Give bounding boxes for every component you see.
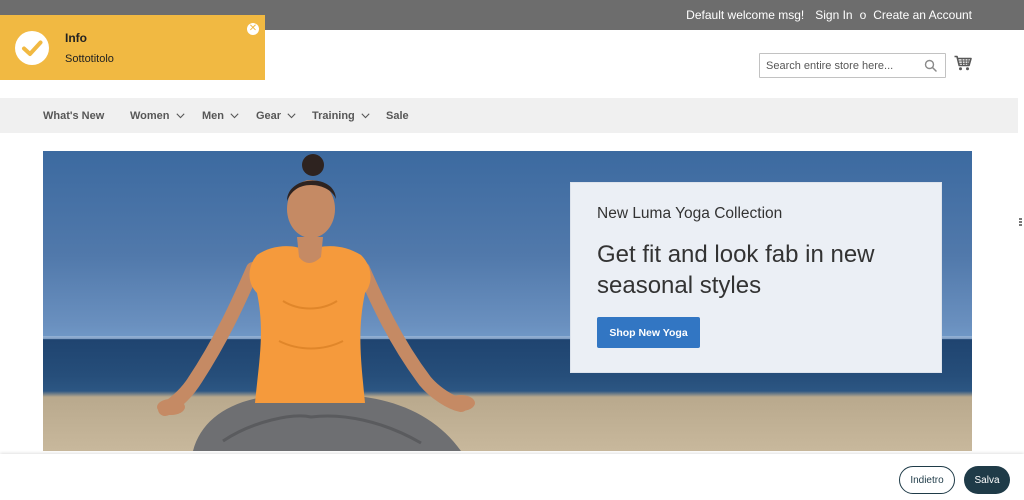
sign-in-link[interactable]: Sign In xyxy=(815,8,852,22)
toast-subtitle: Sottotitolo xyxy=(65,53,114,65)
check-icon xyxy=(15,31,49,65)
welcome-message: Default welcome msg! xyxy=(686,8,805,22)
nav-item-gear[interactable]: Gear xyxy=(256,98,296,133)
more-icon[interactable] xyxy=(1019,218,1023,227)
search-box xyxy=(759,53,946,78)
shop-new-yoga-button[interactable]: Shop New Yoga xyxy=(597,317,700,348)
save-button[interactable]: Salva xyxy=(964,466,1010,494)
header-links: Default welcome msg! Sign In o Create an… xyxy=(686,0,972,30)
nav-item-training[interactable]: Training xyxy=(312,98,370,133)
close-icon[interactable]: ✕ xyxy=(247,23,259,35)
nav-item-men[interactable]: Men xyxy=(202,98,239,133)
chevron-down-icon xyxy=(361,112,370,118)
promo-card: New Luma Yoga Collection Get fit and loo… xyxy=(570,182,942,373)
chevron-down-icon xyxy=(230,112,239,118)
promo-subtitle: New Luma Yoga Collection xyxy=(597,205,783,222)
chevron-down-icon xyxy=(175,112,185,118)
nav-item-label: Gear xyxy=(256,109,282,122)
main-navigation: What's New Women Men Gear Training Sale xyxy=(0,98,1018,133)
nav-item-sale[interactable]: Sale xyxy=(386,98,409,133)
nav-item-label: Women xyxy=(130,109,170,122)
search-input[interactable] xyxy=(760,54,920,77)
chevron-down-icon xyxy=(287,112,296,118)
nav-item-label: Sale xyxy=(386,109,409,122)
nav-item-whats-new[interactable]: What's New xyxy=(43,98,104,133)
link-separator: o xyxy=(859,8,867,22)
back-button[interactable]: Indietro xyxy=(899,466,955,494)
search-icon[interactable] xyxy=(924,59,937,77)
nav-item-label: Men xyxy=(202,109,224,122)
page: Default welcome msg! Sign In o Create an… xyxy=(0,0,1024,500)
bottom-action-bar xyxy=(0,454,1024,500)
promo-title: Get fit and look fab in new seasonal sty… xyxy=(597,241,875,299)
create-account-link[interactable]: Create an Account xyxy=(873,8,972,22)
nav-item-label: Training xyxy=(312,109,355,122)
info-toast: Info Sottotitolo ✕ xyxy=(0,15,265,80)
nav-item-label: What's New xyxy=(43,109,105,122)
cart-icon[interactable] xyxy=(954,55,972,76)
nav-item-women[interactable]: Women xyxy=(130,98,185,133)
toast-title: Info xyxy=(65,31,87,45)
